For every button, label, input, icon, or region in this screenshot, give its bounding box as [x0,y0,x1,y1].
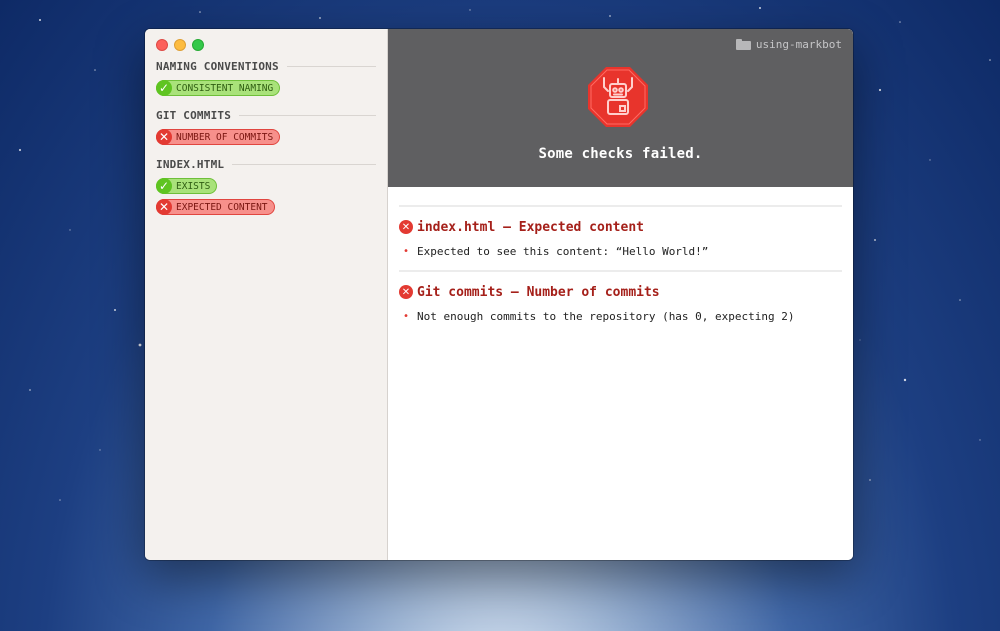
check-icon: ✓ [156,80,172,96]
check-expected-content[interactable]: ✕ EXPECTED CONTENT [156,199,275,215]
check-label: CONSISTENT NAMING [176,82,274,94]
sidebar: NAMING CONVENTIONS ✓ CONSISTENT NAMING G… [145,29,388,560]
check-consistent-naming[interactable]: ✓ CONSISTENT NAMING [156,80,281,96]
robot-icon [588,67,648,127]
list-item: • Not enough commits to the repository (… [403,310,842,323]
status-message: Some checks failed. [538,146,703,162]
error-message: Expected to see this content: “Hello Wor… [417,245,709,258]
window-controls [156,39,204,51]
x-icon: ✕ [399,285,413,299]
folder-name: using-markbot [755,38,842,51]
error-title: Git commits — Number of commits [417,284,660,300]
check-label: EXISTS [176,180,211,192]
error-title: index.html — Expected content [417,219,644,235]
check-number-of-commits[interactable]: ✕ NUMBER OF COMMITS [156,129,281,145]
group-title: GIT COMMITS [156,109,232,122]
error-block: ✕ Git commits — Number of commits • Not … [399,270,842,323]
error-message: Not enough commits to the repository (ha… [417,310,795,323]
minimize-button[interactable] [174,39,186,51]
error-list: ✕ index.html — Expected content • Expect… [399,205,842,335]
check-groups: NAMING CONVENTIONS ✓ CONSISTENT NAMING G… [156,59,376,227]
x-icon: ✕ [156,199,172,215]
group-title: INDEX.HTML [156,158,225,171]
folder-icon [735,39,751,50]
check-exists[interactable]: ✓ EXISTS [156,178,218,194]
divider [286,66,376,67]
main-panel: using-markbot Some checks failed. ✕ inde… [388,29,853,560]
markbot-window: NAMING CONVENTIONS ✓ CONSISTENT NAMING G… [145,29,853,560]
x-icon: ✕ [399,220,413,234]
divider [239,115,376,116]
bullet-icon: • [403,246,410,257]
group-naming-conventions: NAMING CONVENTIONS ✓ CONSISTENT NAMING [156,59,376,98]
check-label: EXPECTED CONTENT [176,201,268,213]
maximize-button[interactable] [192,39,204,51]
list-item: • Expected to see this content: “Hello W… [403,245,842,258]
divider [232,164,376,165]
x-icon: ✕ [156,129,172,145]
bullet-icon: • [403,311,410,322]
close-button[interactable] [156,39,168,51]
group-title: NAMING CONVENTIONS [156,60,279,73]
error-block: ✕ index.html — Expected content • Expect… [399,205,842,258]
check-label: NUMBER OF COMMITS [176,131,274,143]
group-git-commits: GIT COMMITS ✕ NUMBER OF COMMITS [156,108,376,147]
group-index-html: INDEX.HTML ✓ EXISTS ✕ EXPECTED CONTENT [156,157,376,217]
folder-label[interactable]: using-markbot [735,38,842,51]
check-icon: ✓ [156,178,172,194]
status-header: using-markbot Some checks failed. [388,29,853,187]
